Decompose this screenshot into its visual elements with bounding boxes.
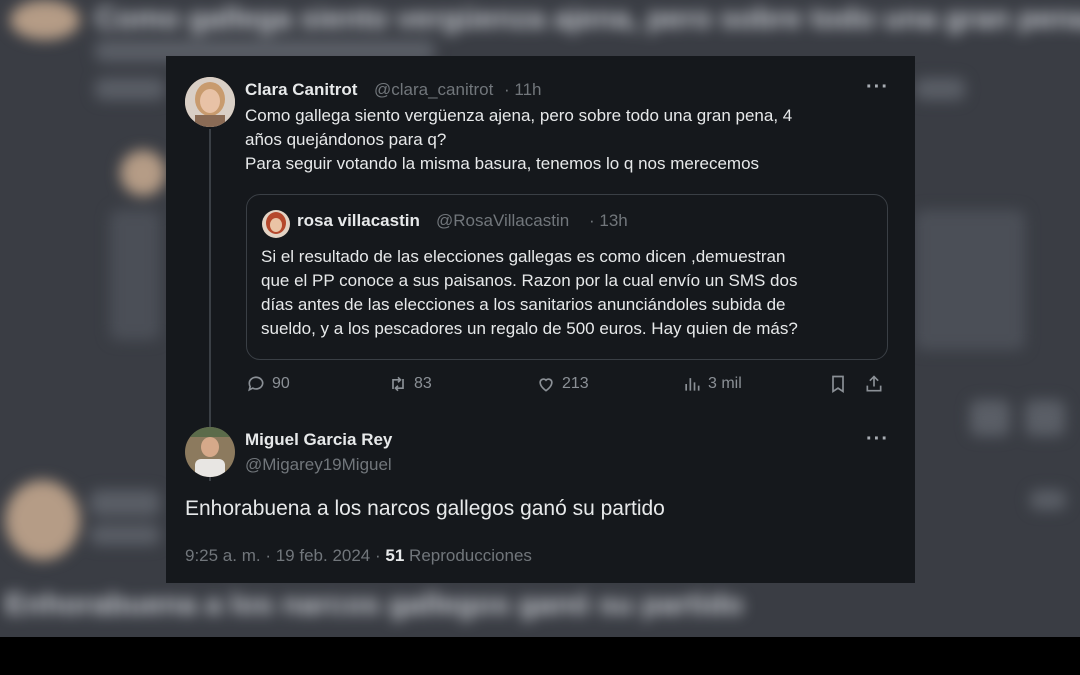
- quoted-tweet-text: Si el resultado de las elecciones galleg…: [261, 245, 881, 341]
- tweet-timestamp[interactable]: · 11h: [504, 80, 542, 100]
- quoted-text-line: sueldo, y a los pescadores un regalo de …: [261, 319, 798, 338]
- reply-count: 90: [272, 375, 290, 392]
- quoted-tweet[interactable]: rosa villacastin @RosaVillacastin · 13h …: [246, 194, 888, 360]
- tweet-author-name[interactable]: Clara Canitrot: [245, 80, 357, 100]
- more-horizontal-icon[interactable]: ···: [866, 76, 889, 99]
- quoted-author-name: rosa villacastin: [297, 211, 420, 230]
- share-icon: [866, 375, 882, 392]
- quoted-author-handle: @RosaVillacastin: [436, 211, 570, 230]
- retweet-count: 83: [414, 375, 432, 392]
- tweet-text-line: Para seguir votando la misma basura, ten…: [245, 154, 760, 173]
- reply-time[interactable]: 9:25 a. m.: [185, 546, 261, 565]
- like-count: 213: [562, 375, 589, 392]
- tweet-author-handle[interactable]: @clara_canitrot: [374, 80, 493, 100]
- bookmark-button[interactable]: [828, 374, 848, 394]
- bottom-black-bar: [0, 637, 1080, 675]
- like-button[interactable]: 213: [536, 374, 589, 394]
- background-text-top: Como gallega siento vergüenza ajena, per…: [95, 2, 1080, 35]
- share-button[interactable]: [864, 374, 884, 394]
- reply-date[interactable]: · 19 feb. 2024 ·: [265, 546, 380, 565]
- tweet-text: Como gallega siento vergüenza ajena, per…: [245, 104, 895, 176]
- tweet-text-line: años quejándonos para q?: [245, 130, 447, 149]
- tweet-card: Clara Canitrot @clara_canitrot · 11h ···…: [166, 56, 915, 583]
- quoted-text-line: que el PP conoce a sus paisanos. Razon p…: [261, 271, 798, 290]
- analytics-icon: [685, 378, 700, 391]
- quoted-timestamp: · 13h: [589, 211, 628, 230]
- retweet-icon: [392, 376, 404, 392]
- heart-icon: [539, 378, 553, 392]
- reply-views-label: Reproducciones: [409, 546, 532, 565]
- reply-more-horizontal-icon[interactable]: ···: [866, 428, 889, 451]
- reply-button[interactable]: 90: [246, 374, 290, 394]
- quoted-text-line: días antes de las elecciones a los sanit…: [261, 295, 786, 314]
- reply-author-handle[interactable]: @Migarey19Miguel: [245, 455, 392, 475]
- avatar-miguel-garcia-rey[interactable]: [185, 427, 235, 477]
- reply-views-count: 51: [385, 546, 405, 565]
- bookmark-icon: [832, 375, 844, 394]
- reply-footer: 9:25 a. m. · 19 feb. 2024 · 51 Reproducc…: [185, 546, 532, 566]
- tweet-text-line: Como gallega siento vergüenza ajena, per…: [245, 106, 793, 125]
- avatar-clara-canitrot[interactable]: [185, 77, 235, 127]
- views-button[interactable]: 3 mil: [682, 374, 742, 394]
- views-count: 3 mil: [708, 375, 742, 392]
- reply-author-name[interactable]: Miguel Garcia Rey: [245, 430, 392, 450]
- reply-icon: [248, 376, 264, 392]
- tweet-action-bar: 90 83 213 3 mil: [246, 374, 886, 400]
- avatar-rosa-villacastin: [262, 210, 290, 238]
- retweet-button[interactable]: 83: [388, 374, 432, 394]
- reply-text: Enhorabuena a los narcos gallegos ganó s…: [185, 497, 665, 520]
- quoted-text-line: Si el resultado de las elecciones galleg…: [261, 247, 786, 266]
- background-text-bottom: Enhorabuena a los narcos gallegos ganó s…: [5, 588, 744, 621]
